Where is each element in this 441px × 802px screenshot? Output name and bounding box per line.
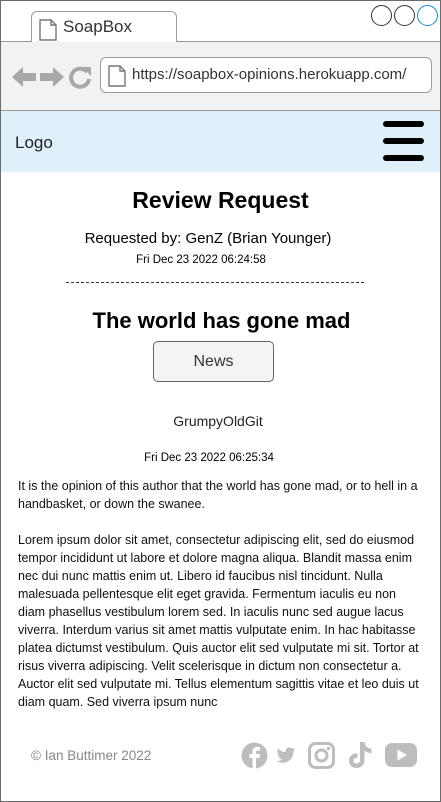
requested-by: Requested by: GenZ (Brian Younger) xyxy=(84,230,332,247)
reload-icon[interactable] xyxy=(67,64,93,90)
navigation-bar: https://soapbox-opinions.herokuapp.com/ xyxy=(1,42,440,111)
facebook-icon[interactable] xyxy=(241,742,268,769)
browser-window: SoapBox https://soapbox-opinions.herokua… xyxy=(0,0,441,802)
request-date: Fri Dec 23 2022 06:24:58 xyxy=(136,254,266,266)
social-links xyxy=(241,741,425,769)
url-text: https://soapbox-opinions.herokuapp.com/ xyxy=(132,66,407,83)
post-paragraph: Lorem ipsum dolor sit amet, consectetur … xyxy=(18,533,419,709)
back-arrow-icon[interactable] xyxy=(11,65,37,89)
post-body: It is the opinion of this author that th… xyxy=(18,477,423,729)
tab-title: SoapBox xyxy=(63,17,132,36)
tiktok-icon[interactable] xyxy=(347,741,373,769)
site-header: Logo xyxy=(1,111,440,172)
tab-bar: SoapBox xyxy=(1,1,440,43)
post-author: GrumpyOldGit xyxy=(173,413,263,429)
close-button[interactable] xyxy=(417,5,438,26)
logo[interactable]: Logo xyxy=(15,133,53,153)
address-bar[interactable]: https://soapbox-opinions.herokuapp.com/ xyxy=(100,57,432,93)
minimize-button[interactable] xyxy=(371,5,392,26)
instagram-icon[interactable] xyxy=(308,741,335,769)
forward-arrow-icon[interactable] xyxy=(39,65,65,89)
post-date: Fri Dec 23 2022 06:25:34 xyxy=(144,452,274,464)
divider xyxy=(66,282,364,283)
maximize-button[interactable] xyxy=(394,5,415,26)
post-title: The world has gone mad xyxy=(92,308,351,333)
browser-tab[interactable]: SoapBox xyxy=(31,11,177,43)
nav-controls xyxy=(11,64,93,90)
category-button[interactable]: News xyxy=(153,341,274,382)
twitter-icon[interactable] xyxy=(276,747,296,764)
page-icon xyxy=(108,65,126,87)
copyright: © Ian Buttimer 2022 xyxy=(31,748,152,763)
page-icon xyxy=(39,19,57,41)
post-paragraph: It is the opinion of this author that th… xyxy=(18,479,418,511)
page-title: Review Request xyxy=(132,187,309,213)
youtube-icon[interactable] xyxy=(385,743,417,767)
window-controls xyxy=(371,5,438,26)
hamburger-menu-icon[interactable] xyxy=(383,121,424,161)
